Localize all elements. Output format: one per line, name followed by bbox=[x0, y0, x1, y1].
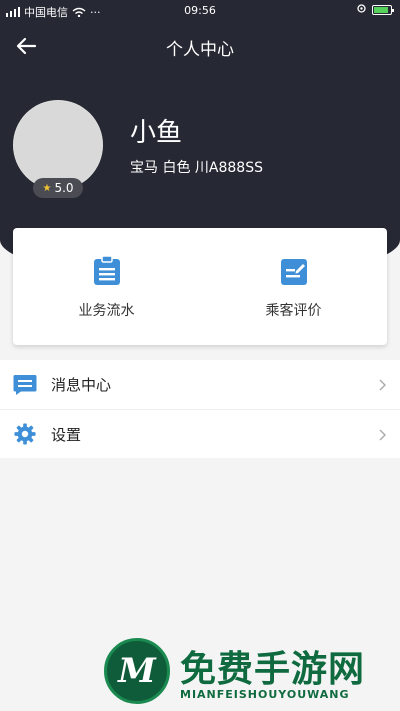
driver-name: 小鱼 bbox=[130, 118, 183, 148]
clipboard-icon bbox=[93, 256, 120, 285]
message-icon bbox=[13, 374, 37, 395]
passenger-reviews-label: 乘客评价 bbox=[265, 303, 322, 319]
menu-item-label: 设置 bbox=[51, 425, 82, 444]
page-title: 个人中心 bbox=[166, 40, 234, 60]
menu-item-label: 消息中心 bbox=[51, 376, 112, 394]
chevron-right-icon bbox=[379, 429, 386, 441]
car-info: 宝马 白色 川A888SS bbox=[130, 160, 263, 176]
business-records-label: 业务流水 bbox=[78, 303, 135, 319]
chevron-right-icon bbox=[379, 379, 386, 391]
watermark: M 免费手游网 MIANFEISHOUYOUWANG bbox=[104, 638, 394, 704]
status-bar: 中国电信 ··· 09:56 bbox=[0, 0, 400, 22]
status-time: 09:56 bbox=[184, 4, 216, 17]
business-records-button[interactable]: 业务流水 bbox=[13, 228, 200, 345]
location-icon bbox=[357, 4, 366, 13]
watermark-title: 免费手游网 bbox=[180, 648, 366, 690]
rating-value: 5.0 bbox=[54, 181, 74, 195]
passenger-reviews-button[interactable]: 乘客评价 bbox=[200, 228, 387, 345]
gear-icon bbox=[14, 423, 36, 445]
watermark-logo-letter: M bbox=[118, 651, 156, 691]
action-card: 业务流水 乘客评价 bbox=[13, 228, 387, 345]
menu-item-settings[interactable]: 设置 bbox=[0, 409, 400, 458]
rating-badge: ★ 5.0 bbox=[33, 178, 83, 198]
avatar[interactable] bbox=[13, 100, 103, 190]
battery-icon bbox=[372, 4, 394, 15]
menu-item-messages[interactable]: 消息中心 bbox=[0, 360, 400, 409]
watermark-logo: M bbox=[104, 638, 170, 704]
watermark-subtitle: MIANFEISHOUYOUWANG bbox=[180, 688, 350, 701]
status-right bbox=[357, 4, 394, 15]
settings-menu: 消息中心 设置 bbox=[0, 360, 400, 458]
star-icon: ★ bbox=[42, 182, 52, 194]
edit-icon bbox=[280, 259, 307, 285]
app-header: 个人中心 bbox=[0, 22, 400, 70]
